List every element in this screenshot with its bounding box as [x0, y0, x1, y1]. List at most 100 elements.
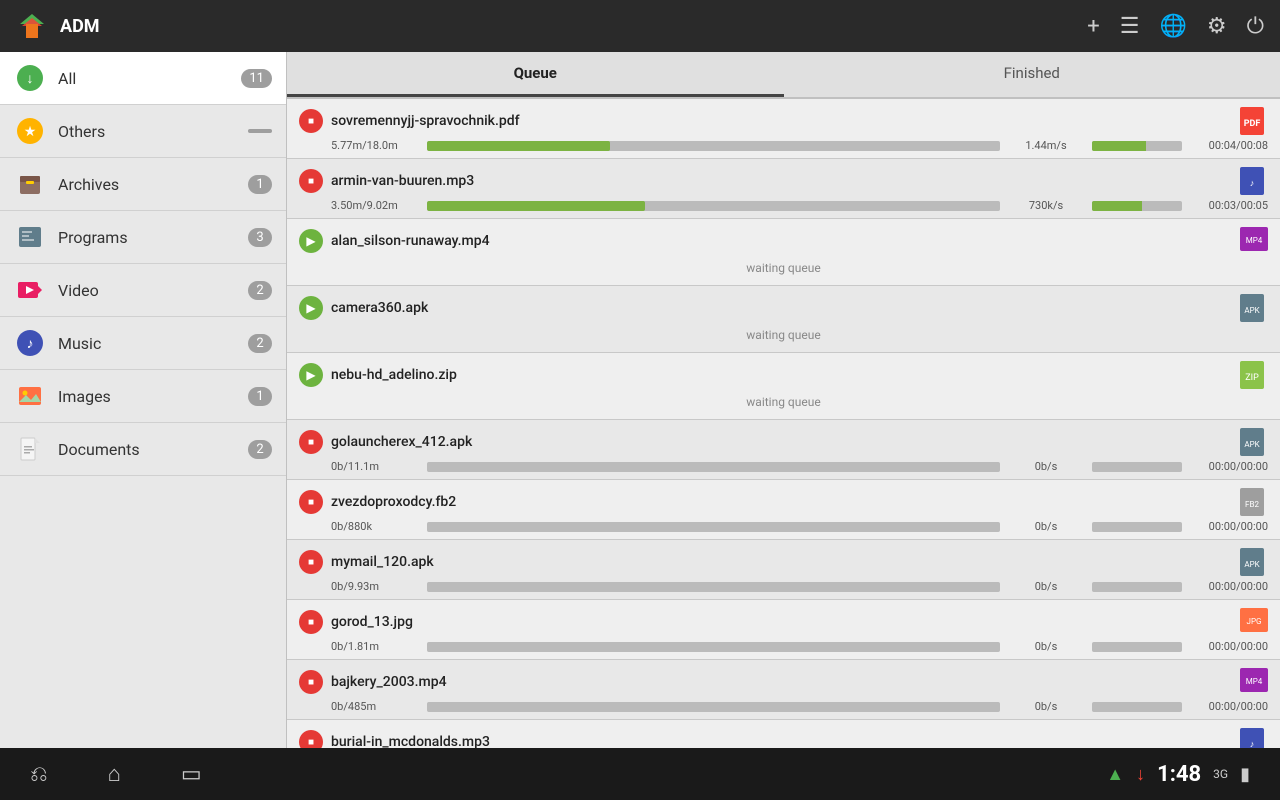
- resume-button[interactable]: ▶: [299, 363, 323, 387]
- speed-label: 1.44m/s: [1006, 139, 1086, 152]
- download-name: nebu-hd_adelino.zip: [331, 367, 1232, 383]
- progress-text: 0b/9.93m: [331, 580, 421, 593]
- file-type-icon: APK: [1240, 428, 1268, 456]
- download-header-row: ■ mymail_120.apk APK: [299, 548, 1268, 576]
- progress-bar: [427, 522, 1000, 532]
- sidebar-item-others[interactable]: ★ Others: [0, 105, 286, 158]
- file-type-icon: MP4: [1240, 227, 1268, 255]
- waiting-label: waiting queue: [299, 259, 1268, 279]
- resume-button[interactable]: ▶: [299, 296, 323, 320]
- gps-icon: ▲: [1106, 764, 1124, 785]
- svg-text:♪: ♪: [27, 336, 34, 352]
- download-progress-row: 3.50m/9.02m 730k/s 00:03/00:05: [299, 199, 1268, 212]
- sidebar-item-documents[interactable]: Documents 2: [0, 423, 286, 476]
- svg-text:APK: APK: [1244, 440, 1260, 449]
- retry-button[interactable]: ■: [299, 670, 323, 694]
- menu-icon[interactable]: ☰: [1120, 14, 1140, 39]
- progress-bar2: [1092, 702, 1182, 712]
- add-icon[interactable]: +: [1087, 14, 1099, 39]
- file-type-icon: APK: [1240, 548, 1268, 576]
- globe-icon[interactable]: 🌐: [1159, 14, 1186, 39]
- clock: 1:48: [1157, 762, 1201, 787]
- progress-bar: [427, 702, 1000, 712]
- retry-button[interactable]: ■: [299, 730, 323, 748]
- download-header-row: ■ burial-in_mcdonalds.mp3 ♪: [299, 728, 1268, 748]
- tabbar: Queue Finished: [287, 52, 1280, 99]
- progress-text: 0b/11.1m: [331, 460, 421, 473]
- download-name: camera360.apk: [331, 300, 1232, 316]
- sidebar-badge-others: [248, 129, 272, 133]
- download-name: bajkery_2003.mp4: [331, 674, 1232, 690]
- download-item: ▶ camera360.apk APK waiting queue: [287, 286, 1280, 353]
- download-progress-row: 0b/9.93m 0b/s 00:00/00:00: [299, 580, 1268, 593]
- download-progress-row: 0b/485m 0b/s 00:00/00:00: [299, 700, 1268, 713]
- sidebar-label-others: Others: [58, 122, 248, 141]
- download-header-row: ■ bajkery_2003.mp4 MP4: [299, 668, 1268, 696]
- progress-text: 0b/880k: [331, 520, 421, 533]
- retry-button[interactable]: ■: [299, 550, 323, 574]
- content-area: Queue Finished ■ sovremennyjj-spravochni…: [287, 52, 1280, 748]
- download-name: golauncherex_412.apk: [331, 434, 1232, 450]
- retry-button[interactable]: ■: [299, 610, 323, 634]
- resume-button[interactable]: ▶: [299, 229, 323, 253]
- speed-label: 0b/s: [1006, 520, 1086, 533]
- download-header-row: ■ gorod_13.jpg JPG: [299, 608, 1268, 636]
- download-progress-row: 0b/11.1m 0b/s 00:00/00:00: [299, 460, 1268, 473]
- download-progress-row: 0b/880k 0b/s 00:00/00:00: [299, 520, 1268, 533]
- progress-bar: [427, 582, 1000, 592]
- topbar: ADM + ☰ 🌐 ⚙ ⏻: [0, 0, 1280, 52]
- archives-icon: [14, 168, 46, 200]
- download-header-row: ▶ camera360.apk APK: [299, 294, 1268, 322]
- svg-text:MP4: MP4: [1246, 236, 1263, 245]
- time-label: 00:03/00:05: [1188, 199, 1268, 212]
- progress-bar: [427, 141, 1000, 151]
- progress-text: 0b/485m: [331, 700, 421, 713]
- sidebar-badge-documents: 2: [248, 440, 272, 459]
- file-type-icon: PDF: [1240, 107, 1268, 135]
- stop-button[interactable]: ■: [299, 109, 323, 133]
- topbar-actions: + ☰ 🌐 ⚙ ⏻: [1087, 14, 1264, 39]
- main-content: ↓ All 11 ★ Others: [0, 52, 1280, 748]
- svg-text:♪: ♪: [1250, 179, 1255, 189]
- home-icon[interactable]: ⌂: [108, 761, 121, 787]
- progress-bar2: [1092, 642, 1182, 652]
- power-icon[interactable]: ⏻: [1247, 14, 1264, 39]
- tab-queue[interactable]: Queue: [287, 52, 784, 97]
- sidebar-item-all[interactable]: ↓ All 11: [0, 52, 286, 105]
- download-item: ▶ alan_silson-runaway.mp4 MP4 waiting qu…: [287, 219, 1280, 286]
- sidebar-badge-all: 11: [241, 69, 272, 88]
- sidebar: ↓ All 11 ★ Others: [0, 52, 287, 748]
- progress-bar: [427, 201, 1000, 211]
- progress-bar2: [1092, 141, 1182, 151]
- progress-text: 0b/1.81m: [331, 640, 421, 653]
- sidebar-item-images[interactable]: Images 1: [0, 370, 286, 423]
- sidebar-item-archives[interactable]: Archives 1: [0, 158, 286, 211]
- waiting-label: waiting queue: [299, 393, 1268, 413]
- sidebar-label-video: Video: [58, 281, 248, 300]
- video-icon: [14, 274, 46, 306]
- back-icon[interactable]: ⎌: [30, 762, 48, 787]
- settings-icon[interactable]: ⚙: [1207, 14, 1227, 39]
- svg-text:MP4: MP4: [1246, 677, 1263, 686]
- app-title: ADM: [60, 16, 1075, 37]
- time-label: 00:00/00:00: [1188, 640, 1268, 653]
- progress-text: 5.77m/18.0m: [331, 139, 421, 152]
- retry-button[interactable]: ■: [299, 490, 323, 514]
- sidebar-item-video[interactable]: Video 2: [0, 264, 286, 317]
- download-name: sovremennyjj-spravochnik.pdf: [331, 113, 1232, 129]
- download-progress-row: 0b/1.81m 0b/s 00:00/00:00: [299, 640, 1268, 653]
- sidebar-badge-archives: 1: [248, 175, 272, 194]
- retry-button[interactable]: ■: [299, 430, 323, 454]
- sidebar-badge-programs: 3: [248, 228, 272, 247]
- download-item: ■ mymail_120.apk APK 0b/9.93m 0b/s 00:00…: [287, 540, 1280, 600]
- stop-button[interactable]: ■: [299, 169, 323, 193]
- others-icon: ★: [14, 115, 46, 147]
- file-type-icon: FB2: [1240, 488, 1268, 516]
- tab-finished[interactable]: Finished: [784, 52, 1280, 97]
- progress-bar2: [1092, 462, 1182, 472]
- recents-icon[interactable]: ▭: [181, 762, 202, 787]
- sidebar-item-programs[interactable]: Programs 3: [0, 211, 286, 264]
- download-name: alan_silson-runaway.mp4: [331, 233, 1232, 249]
- download-item: ■ armin-van-buuren.mp3 ♪ 3.50m/9.02m 730…: [287, 159, 1280, 219]
- sidebar-item-music[interactable]: ♪ Music 2: [0, 317, 286, 370]
